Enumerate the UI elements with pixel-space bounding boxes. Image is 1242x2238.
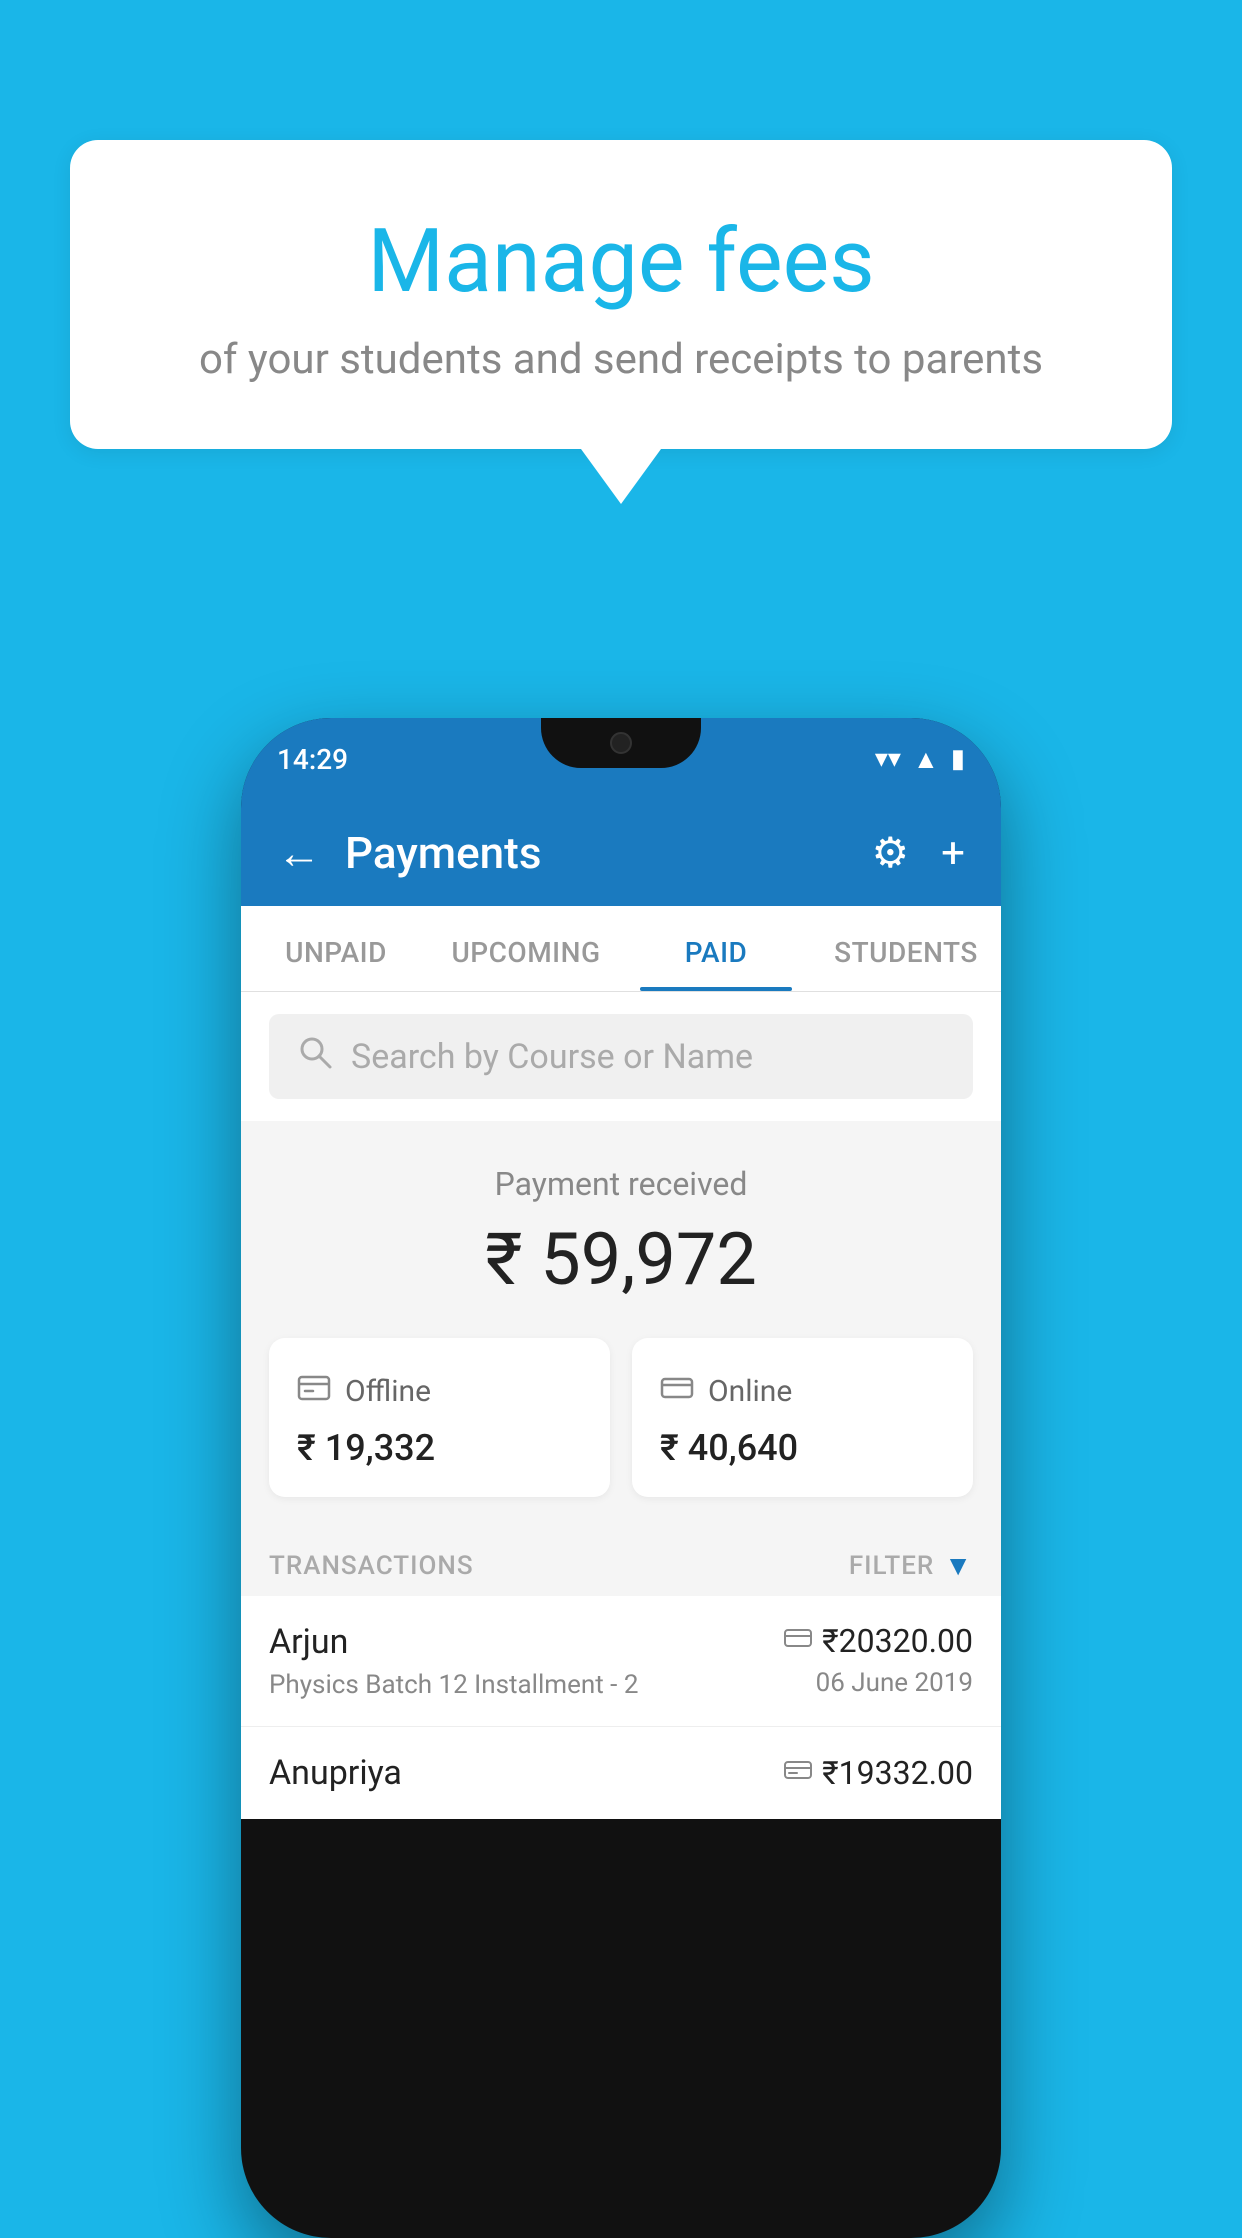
filter-button[interactable]: FILTER ▼: [849, 1549, 973, 1582]
speech-bubble: Manage fees of your students and send re…: [70, 140, 1172, 449]
camera: [610, 732, 632, 754]
transaction-amount: ₹20320.00: [822, 1622, 973, 1660]
search-icon: [297, 1034, 333, 1079]
notch: [541, 718, 701, 768]
settings-icon[interactable]: ⚙: [872, 828, 910, 878]
offline-payment-card: Offline ₹ 19,332: [269, 1338, 610, 1497]
add-icon[interactable]: +: [941, 829, 965, 878]
signal-icon: ▲: [913, 744, 939, 775]
tab-bar: UNPAID UPCOMING PAID STUDENTS: [241, 906, 1001, 992]
payment-total-amount: ₹ 59,972: [269, 1217, 973, 1302]
transaction-left: Arjun Physics Batch 12 Installment - 2: [269, 1622, 638, 1700]
payment-received-label: Payment received: [269, 1165, 973, 1203]
online-payment-icon: [784, 1626, 812, 1656]
header-actions: ⚙ +: [872, 828, 966, 878]
online-label: Online: [708, 1374, 792, 1409]
online-card-header: Online: [660, 1370, 945, 1413]
page-title: Payments: [345, 827, 848, 879]
status-icons: ▾▾ ▲ ▮: [875, 744, 965, 775]
offline-icon: [297, 1370, 331, 1413]
table-row[interactable]: Anupriya ₹19332.00: [241, 1727, 1001, 1819]
tab-unpaid[interactable]: UNPAID: [241, 906, 431, 991]
transaction-date: 06 June 2019: [784, 1668, 973, 1698]
app-header: ← Payments ⚙ +: [241, 800, 1001, 906]
offline-payment-icon: [784, 1758, 812, 1788]
battery-icon: ▮: [951, 744, 965, 774]
search-bar[interactable]: Search by Course or Name: [269, 1014, 973, 1099]
offline-card-header: Offline: [297, 1370, 582, 1413]
transaction-amount-row: ₹20320.00: [784, 1622, 973, 1660]
filter-icon: ▼: [944, 1549, 973, 1582]
search-placeholder: Search by Course or Name: [351, 1037, 753, 1077]
transaction-name: Arjun: [269, 1622, 638, 1662]
wifi-icon: ▾▾: [875, 744, 901, 774]
status-time: 14:29: [277, 743, 348, 776]
transaction-name: Anupriya: [269, 1753, 402, 1793]
phone-frame: 14:29 ▾▾ ▲ ▮ ← Payments ⚙ + UNPAID UPCOM…: [241, 718, 1001, 2238]
transaction-right: ₹20320.00 06 June 2019: [784, 1622, 973, 1698]
speech-bubble-title: Manage fees: [150, 210, 1092, 313]
transaction-amount: ₹19332.00: [822, 1754, 973, 1792]
speech-bubble-subtitle: of your students and send receipts to pa…: [150, 335, 1092, 384]
speech-bubble-arrow: [581, 449, 661, 504]
filter-label: FILTER: [849, 1551, 934, 1581]
table-row[interactable]: Arjun Physics Batch 12 Installment - 2 ₹…: [241, 1596, 1001, 1727]
tab-paid[interactable]: PAID: [621, 906, 811, 991]
online-amount: ₹ 40,640: [660, 1427, 945, 1469]
speech-bubble-container: Manage fees of your students and send re…: [70, 140, 1172, 504]
transaction-detail: Physics Batch 12 Installment - 2: [269, 1670, 638, 1700]
app-content: Search by Course or Name Payment receive…: [241, 992, 1001, 1819]
status-bar: 14:29 ▾▾ ▲ ▮: [241, 718, 1001, 800]
offline-label: Offline: [345, 1374, 431, 1409]
online-icon: [660, 1370, 694, 1413]
transactions-label: TRANSACTIONS: [269, 1551, 474, 1581]
search-container: Search by Course or Name: [241, 992, 1001, 1121]
payment-summary: Payment received ₹ 59,972: [241, 1121, 1001, 1338]
tab-students[interactable]: STUDENTS: [811, 906, 1001, 991]
offline-amount: ₹ 19,332: [297, 1427, 582, 1469]
transaction-right: ₹19332.00: [784, 1754, 973, 1792]
tab-upcoming[interactable]: UPCOMING: [431, 906, 621, 991]
back-button[interactable]: ←: [277, 827, 321, 879]
online-payment-card: Online ₹ 40,640: [632, 1338, 973, 1497]
transactions-header: TRANSACTIONS FILTER ▼: [241, 1529, 1001, 1596]
payment-cards: Offline ₹ 19,332 Online ₹ 40,640: [241, 1338, 1001, 1529]
